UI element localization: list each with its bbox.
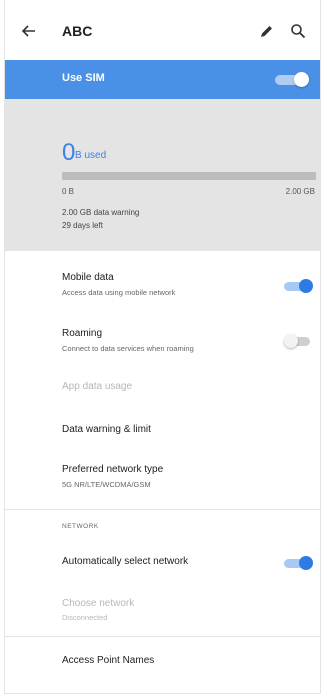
app-data-usage-title: App data usage — [62, 381, 133, 392]
edit-pencil-icon[interactable] — [258, 22, 276, 40]
choose-network-subtitle: Disconnected — [62, 613, 108, 622]
auto-select-network-title: Automatically select network — [62, 556, 189, 567]
divider — [5, 509, 320, 510]
page-title: ABC — [62, 23, 93, 39]
divider — [5, 636, 320, 637]
roaming-title: Roaming — [62, 328, 103, 339]
use-sim-label: Use SIM — [62, 72, 105, 84]
data-used-amount: 0 — [62, 139, 76, 166]
data-used-unit: B used — [75, 150, 107, 161]
preferred-network-item[interactable]: Preferred network type 5G NR/LTE/WCDMA/G… — [5, 458, 320, 504]
usage-progress-bar — [62, 172, 316, 180]
preferred-network-subtitle: 5G NR/LTE/WCDMA/GSM — [62, 480, 151, 489]
data-warning-limit-item[interactable]: Data warning & limit — [5, 421, 320, 451]
preferred-network-title: Preferred network type — [62, 464, 164, 475]
access-point-names-item[interactable]: Access Point Names — [5, 648, 320, 678]
mobile-data-subtitle: Access data using mobile network — [62, 288, 176, 297]
auto-select-network-toggle[interactable] — [283, 556, 315, 570]
roaming-subtitle: Connect to data services when roaming — [62, 344, 194, 353]
days-left-text: 29 days left — [62, 221, 103, 230]
settings-screen: ABC Use SIM 0 B used 0 B 2.00 GB 2.00 GB… — [4, 0, 321, 694]
auto-select-network-item[interactable]: Automatically select network — [5, 546, 320, 580]
app-bar: ABC — [5, 0, 320, 60]
usage-max-label: 2.00 GB — [285, 187, 315, 196]
data-usage-card[interactable]: 0 B used 0 B 2.00 GB 2.00 GB data warnin… — [5, 99, 320, 251]
mobile-data-title: Mobile data — [62, 272, 114, 283]
choose-network-item[interactable]: Choose network Disconnected — [5, 592, 320, 626]
data-warning-limit-title: Data warning & limit — [62, 424, 151, 435]
roaming-item[interactable]: Roaming Connect to data services when ro… — [5, 322, 320, 368]
data-warning-text: 2.00 GB data warning — [62, 208, 140, 217]
use-sim-bar[interactable]: Use SIM — [5, 60, 320, 99]
app-data-usage-item[interactable]: App data usage — [5, 378, 320, 408]
network-section-header: NETWORK — [62, 523, 99, 530]
mobile-data-toggle[interactable] — [283, 279, 315, 293]
usage-min-label: 0 B — [62, 187, 75, 196]
back-arrow-icon[interactable] — [19, 21, 39, 41]
search-icon[interactable] — [289, 22, 307, 40]
access-point-names-title: Access Point Names — [62, 655, 155, 666]
use-sim-toggle[interactable] — [273, 72, 309, 87]
choose-network-title: Choose network — [62, 598, 135, 609]
mobile-data-item[interactable]: Mobile data Access data using mobile net… — [5, 266, 320, 312]
roaming-toggle[interactable] — [283, 334, 315, 348]
